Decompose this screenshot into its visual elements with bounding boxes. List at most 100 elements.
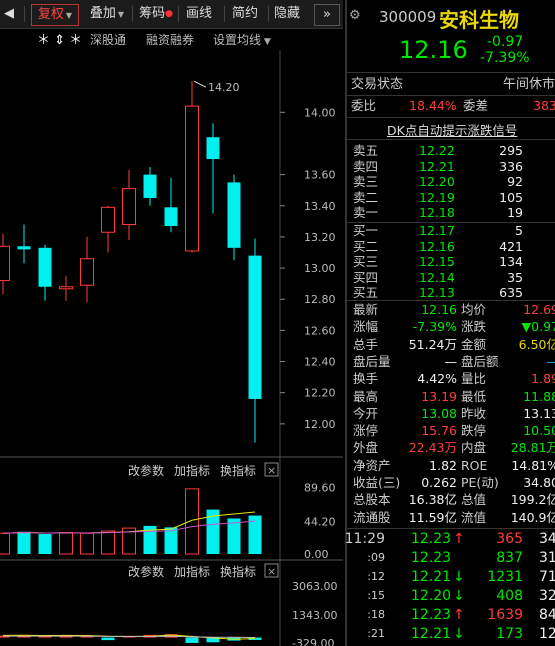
volume-indicator-bar: 改参数 加指标 换指标 × — [128, 462, 279, 478]
tick-price: 12.23 — [411, 531, 452, 547]
price-tick-label: 14.00 — [304, 106, 336, 119]
buy-order-row[interactable]: 买三 12.15 134 — [347, 254, 555, 271]
stat-value: 199.2亿 — [510, 492, 555, 508]
toolbar-divider — [24, 6, 25, 22]
dk-signal-link[interactable]: DK点自动提示涨跌信号 — [387, 120, 517, 139]
volume-bar — [59, 532, 73, 555]
indicator-param-button[interactable]: 改参数 — [128, 564, 164, 579]
sell-order-row[interactable]: 卖三 12.20 92 — [347, 174, 555, 191]
stat-label: 收益(三) — [353, 475, 401, 490]
volume-bar-series — [0, 488, 262, 555]
volume-tick-label: 89.60 — [304, 482, 336, 495]
stat-label: 内盘 — [461, 440, 487, 456]
stat-row: 总手 51.24万 金额 6.50亿 — [347, 337, 555, 354]
diejia-button[interactable]: 叠加 ▼ — [84, 4, 130, 24]
tick-price: 12.20 — [411, 588, 452, 604]
gear-icon[interactable]: ⚙ — [349, 8, 361, 23]
indicator-add-button[interactable]: 加指标 — [174, 564, 210, 579]
sell-order-row[interactable]: 卖五 12.22 295 — [347, 143, 555, 160]
huaxian-button[interactable]: 画线 — [184, 4, 214, 24]
buy-order-volume: 35 — [507, 269, 523, 285]
kline-chart-area[interactable]: 14.00 13.60 13.40 13.20 13.00 12.80 12.60 12.40… — [0, 50, 343, 646]
max-price-label: 14.20 — [208, 81, 240, 94]
price-tick-label: 12.20 — [304, 387, 336, 400]
stat-value: 140.9亿 — [510, 509, 555, 525]
stat-value: 15.76 — [421, 423, 457, 439]
indicator-switch-button[interactable]: 换指标 — [220, 564, 256, 579]
stat-row: 涨幅 -7.39%涨跌 ▼0.97 — [347, 319, 555, 336]
toolbar-divider — [268, 6, 269, 22]
volume-param-button[interactable]: 改参数 — [128, 463, 164, 478]
buy-order-price: 12.15 — [419, 254, 455, 269]
candle-body — [80, 258, 94, 286]
stat-value: -7.39% — [412, 319, 457, 335]
stat-label: 量比 — [461, 371, 487, 387]
tick-row: :21 12.21 ↓ 173 12 — [347, 626, 555, 643]
volume-bar — [0, 532, 10, 555]
candle-body — [248, 255, 262, 399]
sell-order-label: 卖二 — [353, 189, 379, 205]
stat-value: 13.19 — [421, 388, 457, 404]
candle-body — [185, 105, 199, 252]
candle-body — [101, 206, 115, 233]
jianyue-button[interactable]: 简约 — [230, 4, 260, 24]
volume-bar — [38, 534, 52, 554]
indicator-axis: 3063.00 1343.00 -329.00 — [292, 580, 338, 646]
tick-time: :21 — [367, 627, 385, 640]
volume-add-indicator-button[interactable]: 加指标 — [174, 463, 210, 478]
sell-order-label: 卖一 — [353, 205, 379, 220]
stat-value: 12.69 — [523, 302, 555, 317]
buy-order-row[interactable]: 买一 12.17 5 — [347, 223, 555, 240]
buy-order-row[interactable]: 买四 12.14 35 — [347, 270, 555, 287]
candle-body — [206, 137, 220, 160]
stat-value: 51.24万 — [408, 336, 457, 352]
stat-label: 总股本 — [353, 492, 391, 508]
price-tick-label: 12.60 — [304, 324, 336, 337]
volume-tick-label: 0.00 — [304, 548, 329, 561]
stat-label: 最高 — [353, 388, 379, 404]
stat-value: 12.16 — [421, 302, 457, 317]
stat-value: 10.50 — [523, 423, 555, 439]
stat-value: 16.38亿 — [408, 492, 457, 508]
stock-name: 安科生物 — [439, 8, 519, 32]
price-tick-label: 13.60 — [304, 169, 336, 182]
tick-volume: 408 — [496, 588, 523, 604]
stat-row: 今开 13.08昨收 13.13 — [347, 406, 555, 423]
chart-toolbar: ◀ 复权 ▼ 叠加 ▼ 筹码● 画线 简约 隐藏 » — [0, 0, 343, 29]
candle-body — [164, 207, 178, 227]
price-change: -0.97 — [487, 34, 524, 50]
tick-direction-icon: ↑ — [453, 531, 465, 547]
sell-order-row[interactable]: 卖一 12.18 19 — [347, 205, 555, 222]
more-button[interactable]: » — [314, 4, 340, 26]
candle-body — [38, 247, 52, 287]
toolbar-divider — [132, 6, 133, 22]
volume-switch-indicator-button[interactable]: 换指标 — [220, 463, 256, 478]
tick-count: 32 — [539, 588, 555, 604]
volume-bar — [80, 532, 94, 555]
divider — [347, 139, 555, 140]
tick-direction-icon: ↑ — [453, 607, 465, 623]
stock-code: 300009 — [379, 8, 437, 26]
junxian-dropdown[interactable]: 设置均线 ▼ — [213, 31, 271, 48]
back-arrow-icon[interactable]: ◀ — [0, 4, 18, 24]
stat-value: 1.89 — [531, 371, 555, 387]
sell-order-label: 卖四 — [353, 158, 379, 174]
sell-order-volume: 19 — [507, 205, 523, 220]
rongzi-link[interactable]: 融资融券 — [146, 31, 194, 48]
stat-row: 涨停 15.76跌停 10.50 — [347, 423, 555, 440]
tick-time: :09 — [367, 551, 385, 564]
divider — [347, 528, 555, 529]
indicator-bar — [185, 637, 199, 643]
buy-order-row[interactable]: 买二 12.16 421 — [347, 239, 555, 256]
stat-row: 流通股 11.59亿 流值 140.9亿 — [347, 510, 555, 527]
fuquan-button[interactable]: 复权 ▼ — [31, 4, 79, 26]
chouma-button[interactable]: 筹码● — [136, 4, 176, 24]
shenguton-link[interactable]: 深股通 — [90, 31, 126, 48]
stat-value: 6.50亿 — [518, 336, 555, 352]
volume-axis: 89.60 44.20 0.00 — [304, 482, 336, 561]
tick-count: 12 — [539, 626, 555, 642]
sell-order-row[interactable]: 卖二 12.19 105 — [347, 190, 555, 207]
yincang-button[interactable]: 隐藏 — [272, 4, 302, 24]
sell-order-row[interactable]: 卖四 12.21 336 — [347, 159, 555, 176]
stat-label: 金额 — [461, 336, 487, 352]
